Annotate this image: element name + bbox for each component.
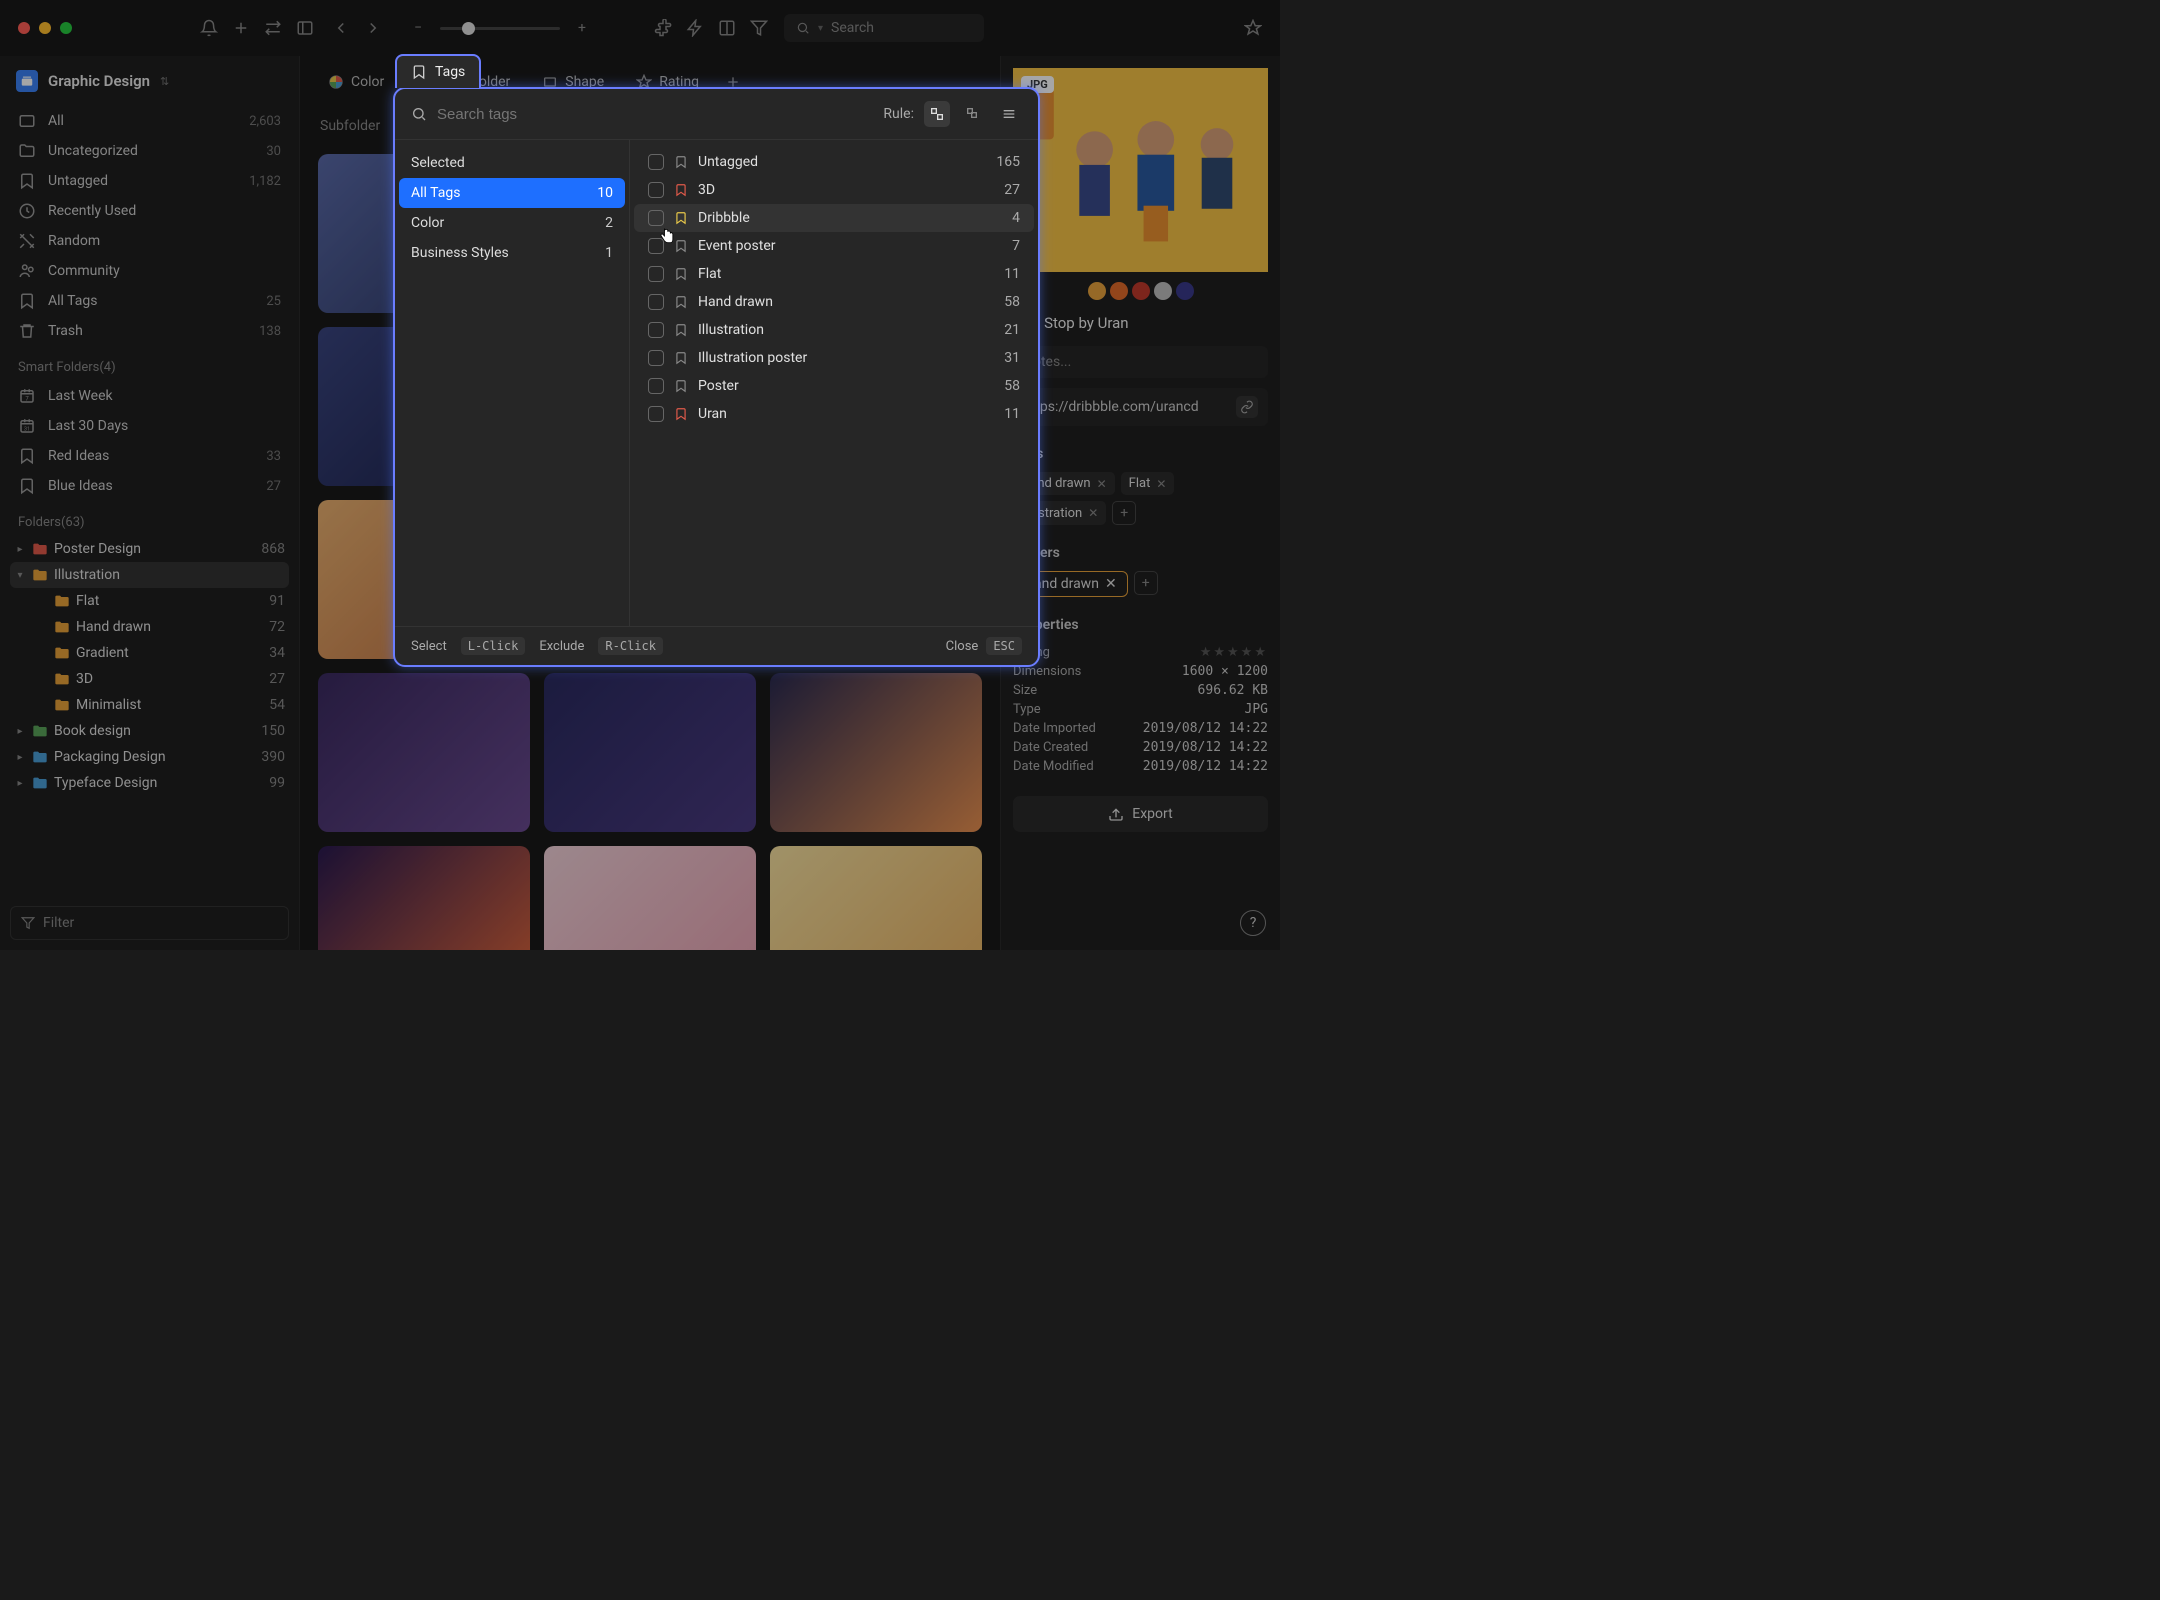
tag-label: 3D bbox=[698, 182, 715, 198]
checkbox[interactable] bbox=[648, 266, 664, 282]
checkbox[interactable] bbox=[648, 350, 664, 366]
tag-option-uran[interactable]: Uran 11 bbox=[634, 400, 1034, 428]
tag-groups-list: Selected All Tags 10 Color 2 Business St… bbox=[395, 140, 630, 626]
popup-footer: Select L-Click Exclude R-Click Close ESC bbox=[395, 626, 1038, 665]
tag-group-all-tags[interactable]: All Tags 10 bbox=[399, 178, 625, 208]
tag-option-illustration-poster[interactable]: Illustration poster 31 bbox=[634, 344, 1034, 372]
footer-close-label[interactable]: Close bbox=[946, 639, 979, 654]
tag-count: 31 bbox=[1004, 350, 1020, 366]
bookmark-icon bbox=[411, 64, 427, 80]
bookmark-icon bbox=[674, 182, 688, 198]
tag-label: Uran bbox=[698, 406, 727, 422]
tag-label: Illustration poster bbox=[698, 350, 807, 366]
tag-count: 11 bbox=[1004, 266, 1020, 282]
tag-option-untagged[interactable]: Untagged 165 bbox=[634, 148, 1034, 176]
tag-label: Dribbble bbox=[698, 210, 750, 226]
tag-label: Untagged bbox=[698, 154, 758, 170]
bookmark-icon bbox=[674, 322, 688, 338]
kbd-lclick: L-Click bbox=[461, 637, 526, 655]
checkbox[interactable] bbox=[648, 154, 664, 170]
bookmark-icon bbox=[674, 406, 688, 422]
tag-group-selected[interactable]: Selected bbox=[399, 148, 625, 178]
tag-group-color[interactable]: Color 2 bbox=[399, 208, 625, 238]
tag-option-dribbble[interactable]: Dribbble 4 bbox=[634, 204, 1034, 232]
checkbox[interactable] bbox=[648, 238, 664, 254]
checkbox[interactable] bbox=[648, 182, 664, 198]
bookmark-icon bbox=[674, 154, 688, 170]
tag-search-input[interactable] bbox=[437, 106, 873, 123]
tag-group-count: 10 bbox=[597, 185, 613, 201]
tag-group-label: Color bbox=[411, 215, 444, 231]
bookmark-icon bbox=[674, 266, 688, 282]
help-button[interactable]: ? bbox=[1240, 910, 1266, 936]
tag-group-label: Business Styles bbox=[411, 245, 509, 261]
tag-group-count: 1 bbox=[605, 245, 613, 261]
tag-option-poster[interactable]: Poster 58 bbox=[634, 372, 1034, 400]
tag-count: 58 bbox=[1004, 378, 1020, 394]
tag-label: Event poster bbox=[698, 238, 776, 254]
rule-and-button[interactable] bbox=[924, 101, 950, 127]
tag-option-hand-drawn[interactable]: Hand drawn 58 bbox=[634, 288, 1034, 316]
rule-or-button[interactable] bbox=[960, 101, 986, 127]
kbd-esc: ESC bbox=[986, 637, 1022, 655]
tag-count: 58 bbox=[1004, 294, 1020, 310]
checkbox[interactable] bbox=[648, 406, 664, 422]
tag-count: 165 bbox=[996, 154, 1020, 170]
bookmark-icon bbox=[674, 210, 688, 226]
tag-group-label: Selected bbox=[411, 155, 465, 171]
tag-label: Hand drawn bbox=[698, 294, 773, 310]
tag-group-count: 2 bbox=[605, 215, 613, 231]
tag-count: 27 bbox=[1004, 182, 1020, 198]
tag-option-3d[interactable]: 3D 27 bbox=[634, 176, 1034, 204]
checkbox[interactable] bbox=[648, 210, 664, 226]
tag-option-flat[interactable]: Flat 11 bbox=[634, 260, 1034, 288]
bookmark-icon bbox=[674, 294, 688, 310]
popup-tab-label: Tags bbox=[435, 64, 465, 80]
tag-group-business-styles[interactable]: Business Styles 1 bbox=[399, 238, 625, 268]
bookmark-icon bbox=[674, 378, 688, 394]
tag-label: Poster bbox=[698, 378, 739, 394]
tags-filter-popup: Rule: Selected All Tags 10 Color 2 Busin… bbox=[393, 87, 1040, 667]
tag-option-illustration[interactable]: Illustration 21 bbox=[634, 316, 1034, 344]
rule-menu-button[interactable] bbox=[996, 101, 1022, 127]
tag-label: Flat bbox=[698, 266, 721, 282]
tag-count: 4 bbox=[1012, 210, 1020, 226]
tag-option-event-poster[interactable]: Event poster 7 bbox=[634, 232, 1034, 260]
footer-select-label: Select bbox=[411, 639, 447, 654]
tag-count: 21 bbox=[1004, 322, 1020, 338]
tag-count: 11 bbox=[1004, 406, 1020, 422]
tag-group-label: All Tags bbox=[411, 185, 460, 201]
checkbox[interactable] bbox=[648, 294, 664, 310]
checkbox[interactable] bbox=[648, 378, 664, 394]
footer-exclude-label: Exclude bbox=[539, 639, 584, 654]
tag-label: Illustration bbox=[698, 322, 764, 338]
tags-list: Untagged 165 3D 27 Dribbble 4 Event post… bbox=[630, 140, 1038, 626]
rule-label: Rule: bbox=[883, 106, 914, 122]
checkbox[interactable] bbox=[648, 322, 664, 338]
kbd-rclick: R-Click bbox=[598, 637, 663, 655]
bookmark-icon bbox=[674, 350, 688, 366]
popup-tab-tags[interactable]: Tags bbox=[395, 54, 481, 88]
search-icon bbox=[411, 106, 427, 122]
tag-count: 7 bbox=[1012, 238, 1020, 254]
bookmark-icon bbox=[674, 238, 688, 254]
